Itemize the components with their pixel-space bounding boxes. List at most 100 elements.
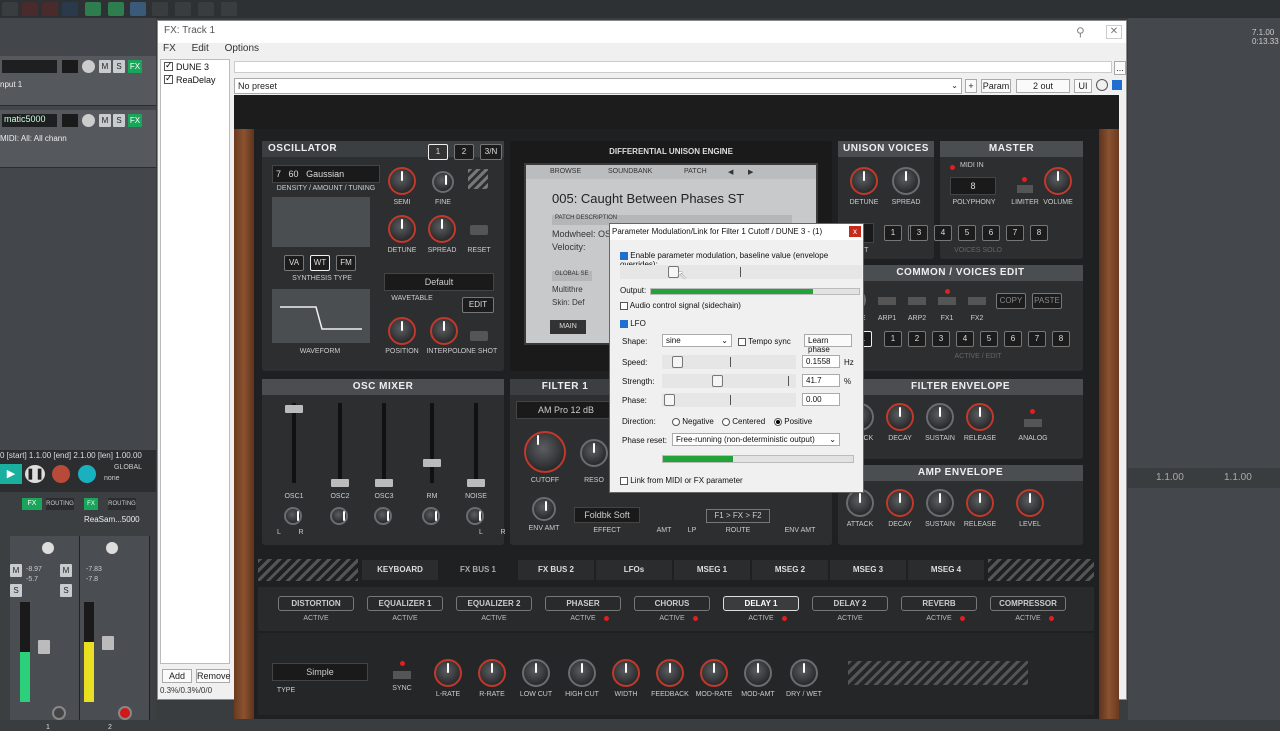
metronome-icon[interactable] [2,2,18,16]
position-knob[interactable] [388,317,416,345]
detune-knob[interactable] [388,215,416,243]
sync-button[interactable] [393,671,411,679]
osc1-fader[interactable] [285,405,303,413]
slider-thumb[interactable] [712,375,723,387]
checkbox-icon[interactable] [620,319,628,328]
polyphony-select[interactable]: 8 [950,177,996,195]
checkbox-icon[interactable] [620,476,628,485]
lfo-checkbox[interactable]: LFO [620,319,646,328]
menu-fx[interactable]: FX [163,43,176,54]
pan-knob-icon[interactable] [106,542,118,554]
menu-options[interactable]: Options [225,43,259,54]
osc2-pan-knob[interactable] [330,507,348,525]
fx-slot-distortion[interactable]: DISTORTION [278,596,354,611]
volume-fader[interactable] [102,636,114,650]
loop-button[interactable] [78,465,96,483]
filter-decay-knob[interactable] [886,403,914,431]
baseline-slider[interactable] [620,265,862,279]
direction-centered[interactable]: Centered [722,417,765,426]
marker-icon[interactable] [221,2,237,16]
audio-control-checkbox[interactable]: Audio control signal (sidechain) [620,301,741,310]
fx-button[interactable]: FX [128,60,142,73]
voice-edit-4[interactable]: 4 [956,331,974,347]
checkbox-icon[interactable] [164,73,173,84]
interpol-knob[interactable] [430,317,458,345]
tab-mseg-2[interactable]: MSEG 2 [752,560,828,580]
phase-input[interactable]: 0.00 [802,393,840,406]
arp1-button[interactable] [878,297,896,305]
mod-rate-knob[interactable] [700,659,728,687]
mod-amt-knob[interactable] [744,659,772,687]
voice-edit-8[interactable]: 8 [1052,331,1070,347]
slider-thumb[interactable] [664,394,675,406]
snap-icon[interactable] [62,2,78,16]
shape-select[interactable]: sine ⌄ [662,334,732,347]
add-button[interactable]: Add [162,669,192,683]
low-cut-knob[interactable] [522,659,550,687]
volume-knob-icon[interactable] [82,60,95,73]
r-rate-knob[interactable] [478,659,506,687]
link-checkbox[interactable]: Link from MIDI or FX parameter [620,476,743,485]
voice-edit-7[interactable]: 7 [1028,331,1046,347]
speed-input[interactable]: 0.1558 [802,355,840,368]
voice-edit-5[interactable]: 5 [980,331,998,347]
volume-knob[interactable] [1044,167,1072,195]
voice-7-button[interactable]: 7 [1006,225,1024,241]
radio-icon[interactable] [672,417,680,426]
feedback-knob[interactable] [656,659,684,687]
fx-slot-reverb[interactable]: REVERB [901,596,977,611]
more-button[interactable]: ... [1114,61,1126,75]
fx2-button[interactable] [968,297,986,305]
dry-wet-knob[interactable] [790,659,818,687]
remove-button[interactable]: Remove [196,669,231,683]
unison-spread-knob[interactable] [892,167,920,195]
fx-button[interactable]: FX [22,498,42,510]
solo-button[interactable]: S [113,60,125,73]
speed-slider[interactable] [662,355,796,369]
phase-slider[interactable] [662,393,796,407]
fx-slot-delay-2[interactable]: DELAY 2 [812,596,888,611]
amp-attack-knob[interactable] [846,489,874,517]
noise-pan-knob[interactable] [466,507,484,525]
voice-8-button[interactable]: 8 [1030,225,1048,241]
fx-slot-chorus[interactable]: CHORUS [634,596,710,611]
plugin-search[interactable] [234,61,1112,73]
fx-button[interactable]: FX [128,114,142,127]
mute-button[interactable]: M [99,60,111,73]
grid-icon[interactable] [42,2,58,16]
preset-select[interactable]: No preset ⌄ [234,78,962,94]
learn-phase-button[interactable]: Learn phase [804,334,852,354]
nav-browse[interactable]: BROWSE [550,168,581,175]
high-cut-knob[interactable] [568,659,596,687]
fx-slot-equalizer-2[interactable]: EQUALIZER 2 [456,596,532,611]
filter-effect-select[interactable]: Foldbk Soft [574,507,640,523]
paste-button[interactable]: PASTE [1032,293,1062,309]
fx-slot-delay-1[interactable]: DELAY 1 [723,596,799,611]
amp-sustain-knob[interactable] [926,489,954,517]
amp-decay-knob[interactable] [886,489,914,517]
tab-keyboard[interactable]: KEYBOARD [362,560,438,580]
menu-edit[interactable]: Edit [192,43,209,54]
record-button[interactable] [52,465,70,483]
tab-mseg-1[interactable]: MSEG 1 [674,560,750,580]
record-arm-button[interactable] [52,706,66,720]
pan-knob-icon[interactable] [42,542,54,554]
voice-1-button[interactable]: 1 [884,225,902,241]
pause-button[interactable]: ❚❚ [25,465,45,483]
mute-button[interactable]: M [99,114,111,127]
width-knob[interactable] [612,659,640,687]
nav-patch[interactable]: PATCH [684,168,707,175]
reset-button[interactable] [470,225,488,235]
fx-chain-item[interactable]: ReaDelay [161,73,229,86]
fx-slot-equalizer-1[interactable]: EQUALIZER 1 [367,596,443,611]
mute-button[interactable]: M [10,564,22,577]
voice-edit-3[interactable]: 3 [932,331,950,347]
cutoff-knob[interactable] [524,431,566,473]
pin-icon[interactable]: ⚲ [1076,25,1085,39]
checkbox-icon[interactable] [164,60,173,71]
arp2-button[interactable] [908,297,926,305]
copy-button[interactable]: COPY [996,293,1026,309]
tab-fx-bus-1[interactable]: FX BUS 1 [440,560,516,580]
close-icon[interactable]: x [849,226,861,237]
fine-knob[interactable] [432,171,454,193]
